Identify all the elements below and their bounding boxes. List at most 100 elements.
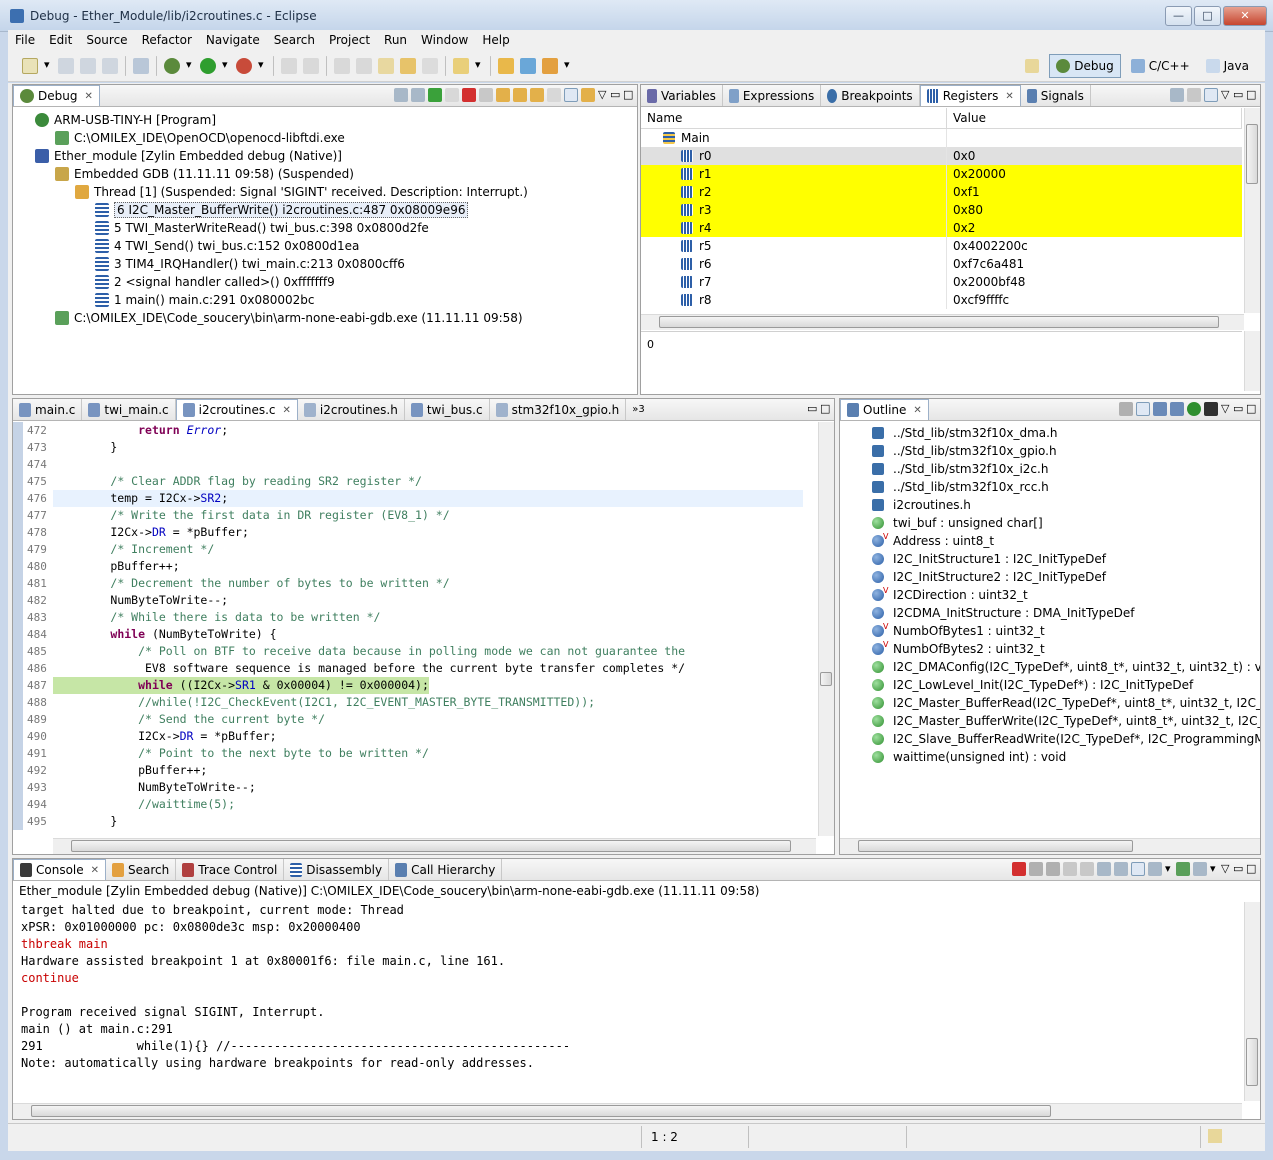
clear-console-icon[interactable] <box>1063 862 1077 876</box>
suspend-icon[interactable] <box>445 88 459 102</box>
tree-item[interactable]: Thread [1] (Suspended: Signal 'SIGINT' r… <box>13 183 637 201</box>
register-row[interactable]: r0 0x0 <box>641 147 1242 165</box>
tree-item[interactable]: 5 TWI_MasterWriteRead() twi_bus.c:398 0x… <box>13 219 637 237</box>
outline-item[interactable]: V NumbOfBytes2 : uint32_t <box>840 640 1260 658</box>
code-line[interactable]: 484 while (NumByteToWrite) { <box>13 626 816 643</box>
scroll-lock-icon[interactable] <box>1080 862 1094 876</box>
outline-item[interactable]: I2C_Master_BufferRead(I2C_TypeDef*, uint… <box>840 694 1260 712</box>
menu-refactor[interactable]: Refactor <box>135 33 199 47</box>
code-line[interactable]: 490 I2Cx->DR = *pBuffer; <box>13 728 816 745</box>
code-line[interactable]: 480 pBuffer++; <box>13 558 816 575</box>
tab-search[interactable]: Search <box>106 859 177 880</box>
minimize-view-icon[interactable]: ▭ <box>610 88 620 102</box>
menu-help[interactable]: Help <box>475 33 516 47</box>
outline-item[interactable]: ../Std_lib/stm32f10x_dma.h <box>840 424 1260 442</box>
tree-item[interactable]: 6 I2C_Master_BufferWrite() i2croutines.c… <box>13 201 637 219</box>
tab-expressions[interactable]: Expressions <box>723 85 822 106</box>
open-folder-dropdown-icon[interactable]: ▾ <box>475 58 483 74</box>
console-output[interactable]: target halted due to breakpoint, current… <box>13 902 1242 1101</box>
tree-item[interactable]: C:\OMILEX_IDE\Code_soucery\bin\arm-none-… <box>13 309 637 327</box>
last-edit-icon[interactable] <box>378 57 394 74</box>
registers-vscroll[interactable] <box>1244 108 1260 313</box>
close-icon[interactable]: ✕ <box>913 405 921 416</box>
column-name[interactable]: Name <box>641 108 947 128</box>
outline-item[interactable]: i2croutines.h <box>840 496 1260 514</box>
search-torch-icon[interactable] <box>542 57 558 74</box>
maximize-view-icon[interactable]: □ <box>1246 88 1256 102</box>
tree-item[interactable]: Embedded GDB (11.11.11 09:58) (Suspended… <box>13 165 637 183</box>
new-dropdown-icon[interactable]: ▾ <box>44 58 52 74</box>
code-line[interactable]: 479 /* Increment */ <box>13 541 816 558</box>
new-icon[interactable] <box>22 57 38 74</box>
code-line[interactable]: 476 temp = I2Cx->SR2; <box>13 490 816 507</box>
outline-item[interactable]: I2CDMA_InitStructure : DMA_InitTypeDef <box>840 604 1260 622</box>
minimize-view-icon[interactable]: ▭ <box>1233 862 1243 876</box>
connect-icon[interactable] <box>411 88 425 102</box>
tree-item[interactable]: ARM-USB-TINY-H [Program] <box>13 111 637 129</box>
code-line[interactable]: 482 NumByteToWrite--; <box>13 592 816 609</box>
outline-item[interactable]: ../Std_lib/stm32f10x_rcc.h <box>840 478 1260 496</box>
terminate-icon[interactable] <box>1012 862 1026 876</box>
code-line[interactable]: 489 /* Send the current byte */ <box>13 711 816 728</box>
collapse-all-icon[interactable] <box>1204 88 1218 102</box>
register-row[interactable]: r7 0x2000bf48 <box>641 273 1242 291</box>
show-on-stdout-icon[interactable] <box>1097 862 1111 876</box>
tab-main-c[interactable]: main.c <box>13 399 83 420</box>
save-all-icon[interactable] <box>80 57 96 74</box>
menu-project[interactable]: Project <box>322 33 377 47</box>
use-step-filters-icon[interactable] <box>581 88 595 102</box>
code-line[interactable]: 481 /* Decrement the number of bytes to … <box>13 575 816 592</box>
step-return-icon[interactable] <box>530 88 544 102</box>
outline-item[interactable]: V NumbOfBytes1 : uint32_t <box>840 622 1260 640</box>
open-perspective-button[interactable] <box>1019 54 1045 78</box>
perspective-java[interactable]: Java <box>1200 54 1255 78</box>
display-console-dropdown-icon[interactable]: ▾ <box>1165 862 1173 876</box>
editor-vscroll[interactable] <box>818 422 834 836</box>
tab-variables[interactable]: Variables <box>641 85 723 106</box>
registers-hscroll[interactable] <box>641 314 1244 330</box>
scroll-thumb[interactable] <box>1246 124 1258 184</box>
debug-icon[interactable] <box>164 57 180 74</box>
register-row[interactable]: r1 0x20000 <box>641 165 1242 183</box>
tab-disassembly[interactable]: Disassembly <box>284 859 390 880</box>
code-line[interactable]: 477 /* Write the first data in DR regist… <box>13 507 816 524</box>
outline-item[interactable]: ../Std_lib/stm32f10x_gpio.h <box>840 442 1260 460</box>
close-icon[interactable]: ✕ <box>283 405 291 416</box>
view-menu-icon[interactable]: ▽ <box>598 88 607 102</box>
new-console-icon[interactable] <box>1193 862 1207 876</box>
hide-static-icon[interactable] <box>1170 402 1184 416</box>
pen-icon[interactable] <box>281 57 297 74</box>
close-icon[interactable]: ✕ <box>1005 91 1013 102</box>
terminate-icon[interactable] <box>462 88 476 102</box>
open-folder-icon[interactable] <box>453 57 469 74</box>
maximize-view-icon[interactable]: □ <box>820 402 830 416</box>
perspective-debug[interactable]: Debug <box>1049 54 1121 78</box>
external-tools-dropdown-icon[interactable]: ▾ <box>258 58 266 74</box>
tree-item[interactable]: 2 <signal handler called>() 0xfffffff9 <box>13 273 637 291</box>
outline-hscroll[interactable] <box>840 838 1260 854</box>
resume-icon[interactable] <box>428 88 442 102</box>
tab-signals[interactable]: Signals <box>1021 85 1091 106</box>
remove-launch-icon[interactable] <box>1029 862 1043 876</box>
outline-item[interactable]: waittime(unsigned int) : void <box>840 748 1260 766</box>
scroll-thumb[interactable] <box>1246 1038 1258 1086</box>
hide-macros-icon[interactable] <box>1204 402 1218 416</box>
outline-item[interactable]: ../Std_lib/stm32f10x_i2c.h <box>840 460 1260 478</box>
minimize-view-icon[interactable]: ▭ <box>1233 88 1243 102</box>
step-over-icon[interactable] <box>513 88 527 102</box>
hide-fields-icon[interactable] <box>1153 402 1167 416</box>
outline-item[interactable]: V Address : uint8_t <box>840 532 1260 550</box>
tab-call-hierarchy[interactable]: Call Hierarchy <box>389 859 503 880</box>
code-line[interactable]: 494 //waittime(5); <box>13 796 816 813</box>
fast-view-icon[interactable] <box>1208 1129 1222 1143</box>
next-annotation-icon[interactable] <box>334 57 350 74</box>
run-dropdown-icon[interactable]: ▾ <box>222 58 230 74</box>
more-tabs-button[interactable]: »3 <box>626 399 650 420</box>
search-dropdown-icon[interactable]: ▾ <box>564 58 572 74</box>
tab-stm32f10x-gpio-h[interactable]: stm32f10x_gpio.h <box>490 399 627 420</box>
tab-console[interactable]: Console ✕ <box>13 859 107 880</box>
register-row[interactable]: r4 0x2 <box>641 219 1242 237</box>
code-line[interactable]: 492 pBuffer++; <box>13 762 816 779</box>
outline-item[interactable]: V I2CDirection : uint32_t <box>840 586 1260 604</box>
menu-window[interactable]: Window <box>414 33 475 47</box>
